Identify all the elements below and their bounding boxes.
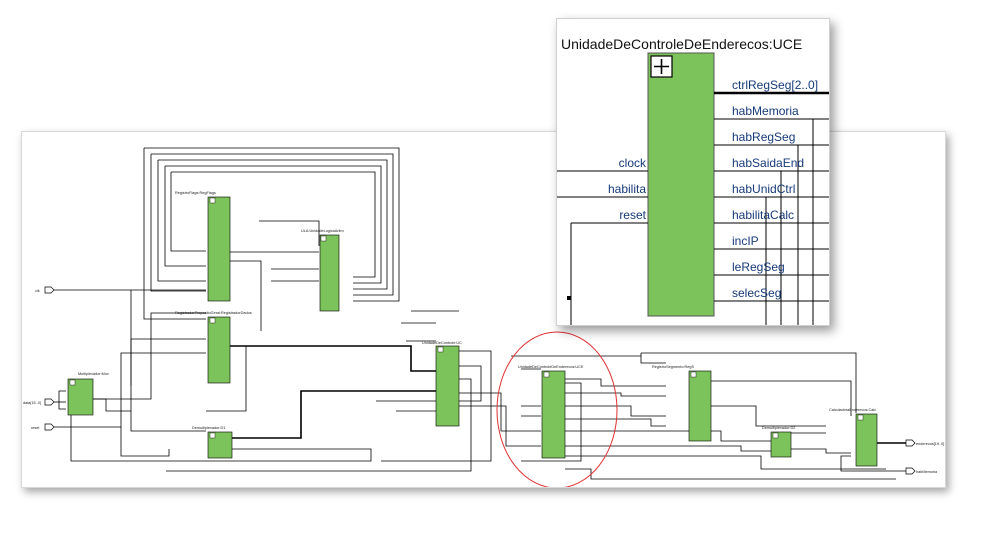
block-uce-title: UnidadeDeControleDeEnderecos:UCE (518, 365, 584, 369)
expand-icon[interactable] (772, 432, 779, 439)
zoom-callout[interactable]: UnidadeDeControleDeEnderecos:UCE clock h… (556, 18, 830, 326)
zoom-block[interactable] (647, 52, 715, 317)
port-enderecos[interactable]: enderecos[19..0] (905, 439, 944, 447)
zoom-out-selecSeg: selecSeg (732, 286, 781, 300)
port-clk[interactable]: clk (35, 286, 55, 294)
expand-icon[interactable] (690, 371, 697, 378)
block-regseg-title: RegistroSegmento:RegS (652, 365, 694, 369)
block-regseg[interactable]: RegistroSegmento:RegS (652, 365, 712, 442)
port-reset-label: reset (31, 426, 40, 430)
expand-icon[interactable] (209, 197, 216, 204)
port-habMemoria-label: habMemoria (916, 470, 938, 474)
expand-icon[interactable] (857, 414, 864, 421)
block-calc-title: CalculadoraEnderecos:Calc (829, 408, 876, 412)
expand-icon[interactable] (437, 346, 444, 353)
port-habMemoria[interactable]: habMemoria (905, 467, 938, 475)
block-regprop-title: RegistradorPropositoGeral:RegistradorDad… (175, 311, 252, 315)
expand-icon[interactable] (209, 432, 216, 439)
port-data[interactable]: data[15..0] (23, 398, 55, 406)
expand-icon[interactable] (209, 317, 216, 324)
block-demux1-title: Demultiplexador:D1 (192, 426, 225, 430)
block-regflags-title: RegistroFlags:RegFlags (175, 191, 216, 195)
block-regflags[interactable]: RegistroFlags:RegFlags (175, 191, 231, 302)
block-demux2[interactable]: Demultiplexador:D2 (762, 426, 795, 458)
zoom-out-habMemoria: habMemoria (732, 104, 799, 118)
expand-icon[interactable] (543, 371, 550, 378)
zoom-canvas: UnidadeDeControleDeEnderecos:UCE clock h… (557, 36, 829, 325)
zoom-out-habRegSeg: habRegSeg (732, 130, 795, 144)
zoom-expand-icon[interactable] (650, 55, 673, 78)
junction-dot (567, 296, 571, 300)
port-reset[interactable]: reset (31, 423, 55, 431)
port-clk-label: clk (35, 289, 40, 293)
zoom-out-habUnidCtrl: habUnidCtrl (732, 182, 795, 196)
block-uc-title: UnidadeDeControle:UC (422, 341, 462, 345)
expand-icon[interactable] (69, 379, 76, 386)
block-mux[interactable]: Multiplexador:Mux (67, 372, 109, 416)
expand-icon[interactable] (320, 235, 327, 242)
zoom-out-ctrlRegSeg: ctrlRegSeg[2..0] (732, 78, 818, 92)
zoom-out-habilitaCalc: habilitaCalc (732, 208, 794, 222)
zoom-in-reset: reset (619, 208, 646, 222)
block-demux2-title: Demultiplexador:D2 (762, 426, 795, 430)
zoom-title: UnidadeDeControleDeEnderecos:UCE (561, 36, 802, 52)
zoom-out-habSaidaEnd: habSaidaEnd (732, 156, 804, 170)
block-ula[interactable]: ULA:UnidadeLogicaAritm (301, 229, 344, 312)
port-data-label: data[15..0] (23, 401, 41, 405)
block-calc[interactable]: CalculadoraEnderecos:Calc (829, 408, 878, 467)
zoom-out-leRegSeg: leRegSeg (732, 260, 785, 274)
block-ula-title: ULA:UnidadeLogicaAritm (301, 229, 344, 233)
port-enderecos-label: enderecos[19..0] (916, 442, 944, 446)
zoom-out-incIP: incIP (732, 234, 759, 248)
block-mux-title: Multiplexador:Mux (78, 372, 109, 376)
zoom-in-habilita: habilita (608, 182, 646, 196)
block-uc[interactable]: UnidadeDeControle:UC (422, 341, 462, 427)
block-regprop[interactable]: RegistradorPropositoGeral:RegistradorDad… (175, 311, 252, 384)
zoom-in-clock: clock (619, 156, 647, 170)
